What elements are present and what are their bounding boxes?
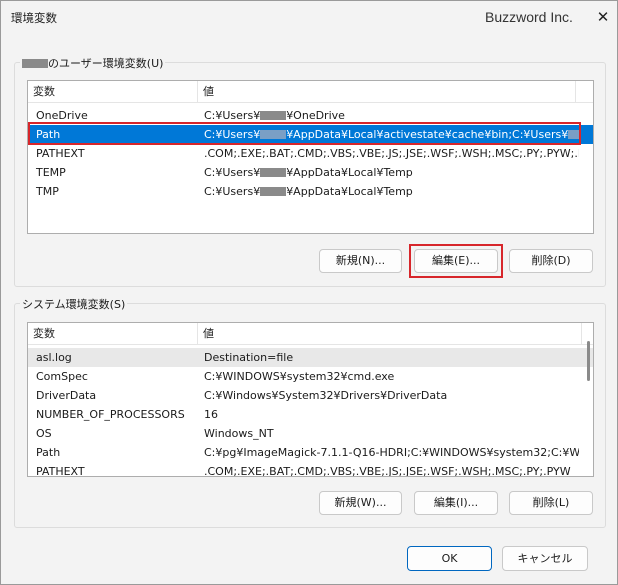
variable-value: C:¥Users¥ ¥OneDrive (204, 109, 345, 122)
cancel-button[interactable]: キャンセル (502, 546, 588, 571)
column-header-variable[interactable]: 変数 (28, 81, 198, 103)
variable-value: .COM;.EXE;.BAT;.CMD;.VBS;.VBE;.JS;.JSE;.… (204, 147, 579, 160)
user-delete-button[interactable]: 削除(D) (509, 249, 593, 273)
ok-button[interactable]: OK (407, 546, 492, 571)
list-item[interactable]: DriverData C:¥Windows¥System32¥Drivers¥D… (28, 386, 593, 405)
list-item[interactable]: asl.log Destination=file (28, 348, 593, 367)
variable-name: Path (36, 446, 61, 459)
column-header-value[interactable]: 値 (198, 81, 576, 103)
redacted-username (260, 130, 287, 139)
variable-name: PATHEXT (36, 147, 85, 160)
window-title: 環境変数 (11, 11, 57, 25)
variable-value: Windows_NT (204, 427, 274, 440)
scrollbar-thumb[interactable] (587, 341, 590, 381)
list-item[interactable]: PATHEXT .COM;.EXE;.BAT;.CMD;.VBS;.VBE;.J… (28, 462, 593, 477)
redacted-username (260, 168, 287, 177)
column-header-variable[interactable]: 変数 (28, 323, 198, 345)
title-bar: 環境変数 Buzzword Inc. ✕ (1, 1, 617, 33)
brand-watermark: Buzzword Inc. (485, 9, 573, 25)
variable-name: PATHEXT (36, 465, 85, 477)
variable-name: NUMBER_OF_PROCESSORS (36, 408, 185, 421)
list-item[interactable]: PATHEXT .COM;.EXE;.BAT;.CMD;.VBS;.VBE;.J… (28, 144, 593, 163)
variable-value: C:¥Windows¥System32¥Drivers¥DriverData (204, 389, 448, 402)
list-item[interactable]: ComSpec C:¥WINDOWS¥system32¥cmd.exe (28, 367, 593, 386)
list-item[interactable]: TMP C:¥Users¥ ¥AppData¥Local¥Temp (28, 182, 593, 201)
list-item[interactable]: OS Windows_NT (28, 424, 593, 443)
list-item-selected[interactable]: Path C:¥Users¥ ¥AppData¥Local¥activestate… (28, 125, 593, 144)
environment-variables-dialog: 環境変数 Buzzword Inc. ✕ のユーザー環境変数(U) 変数 値 O… (0, 0, 618, 585)
redacted-username (22, 59, 48, 68)
variable-name: OneDrive (36, 109, 88, 122)
redacted-username (260, 187, 287, 196)
list-item[interactable]: NUMBER_OF_PROCESSORS 16 (28, 405, 593, 424)
user-variables-list[interactable]: 変数 値 OneDrive C:¥Users¥ ¥OneDrive Path C:… (27, 80, 594, 234)
variable-name: ComSpec (36, 370, 88, 383)
variable-name: Path (36, 128, 61, 141)
redacted-username (260, 111, 287, 120)
list-item[interactable]: OneDrive C:¥Users¥ ¥OneDrive (28, 106, 593, 125)
list-header: 変数 値 (28, 323, 593, 345)
vertical-scrollbar[interactable] (584, 323, 592, 476)
system-delete-button[interactable]: 削除(L) (509, 491, 593, 515)
list-item[interactable]: Path C:¥pg¥ImageMagick-7.1.1-Q16-HDRI;C:… (28, 443, 593, 462)
variable-name: asl.log (36, 351, 72, 364)
variable-value: C:¥WINDOWS¥system32¥cmd.exe (204, 370, 395, 383)
variable-value: C:¥pg¥ImageMagick-7.1.1-Q16-HDRI;C:¥WIND… (204, 446, 579, 459)
variable-value: 16 (204, 408, 218, 421)
list-header: 変数 値 (28, 81, 593, 103)
column-header-value[interactable]: 値 (198, 323, 582, 345)
variable-name: TEMP (36, 166, 66, 179)
variable-value: C:¥Users¥ ¥AppData¥Local¥Temp (204, 185, 413, 198)
variable-name: OS (36, 427, 52, 440)
user-edit-button[interactable]: 編集(E)... (414, 249, 498, 273)
variable-name: DriverData (36, 389, 97, 402)
user-variables-label: のユーザー環境変数(U) (20, 55, 166, 71)
variable-value: C:¥Users¥ ¥AppData¥Local¥activestate¥cach… (199, 125, 579, 144)
variable-value: .COM;.EXE;.BAT;.CMD;.VBS;.VBE;.JS;.JSE;.… (204, 465, 571, 477)
redacted-username (568, 130, 579, 139)
variable-value: Destination=file (204, 351, 294, 364)
system-edit-button[interactable]: 編集(I)... (414, 491, 498, 515)
system-new-button[interactable]: 新規(W)... (319, 491, 402, 515)
variable-name: TMP (36, 185, 59, 198)
close-icon[interactable]: ✕ (592, 6, 614, 28)
system-variables-list[interactable]: 変数 値 asl.log Destination=file ComSpec C:… (27, 322, 594, 477)
list-item[interactable]: TEMP C:¥Users¥ ¥AppData¥Local¥Temp (28, 163, 593, 182)
variable-value: C:¥Users¥ ¥AppData¥Local¥Temp (204, 166, 413, 179)
system-variables-label: システム環境変数(S) (20, 296, 128, 312)
user-new-button[interactable]: 新規(N)... (319, 249, 402, 273)
